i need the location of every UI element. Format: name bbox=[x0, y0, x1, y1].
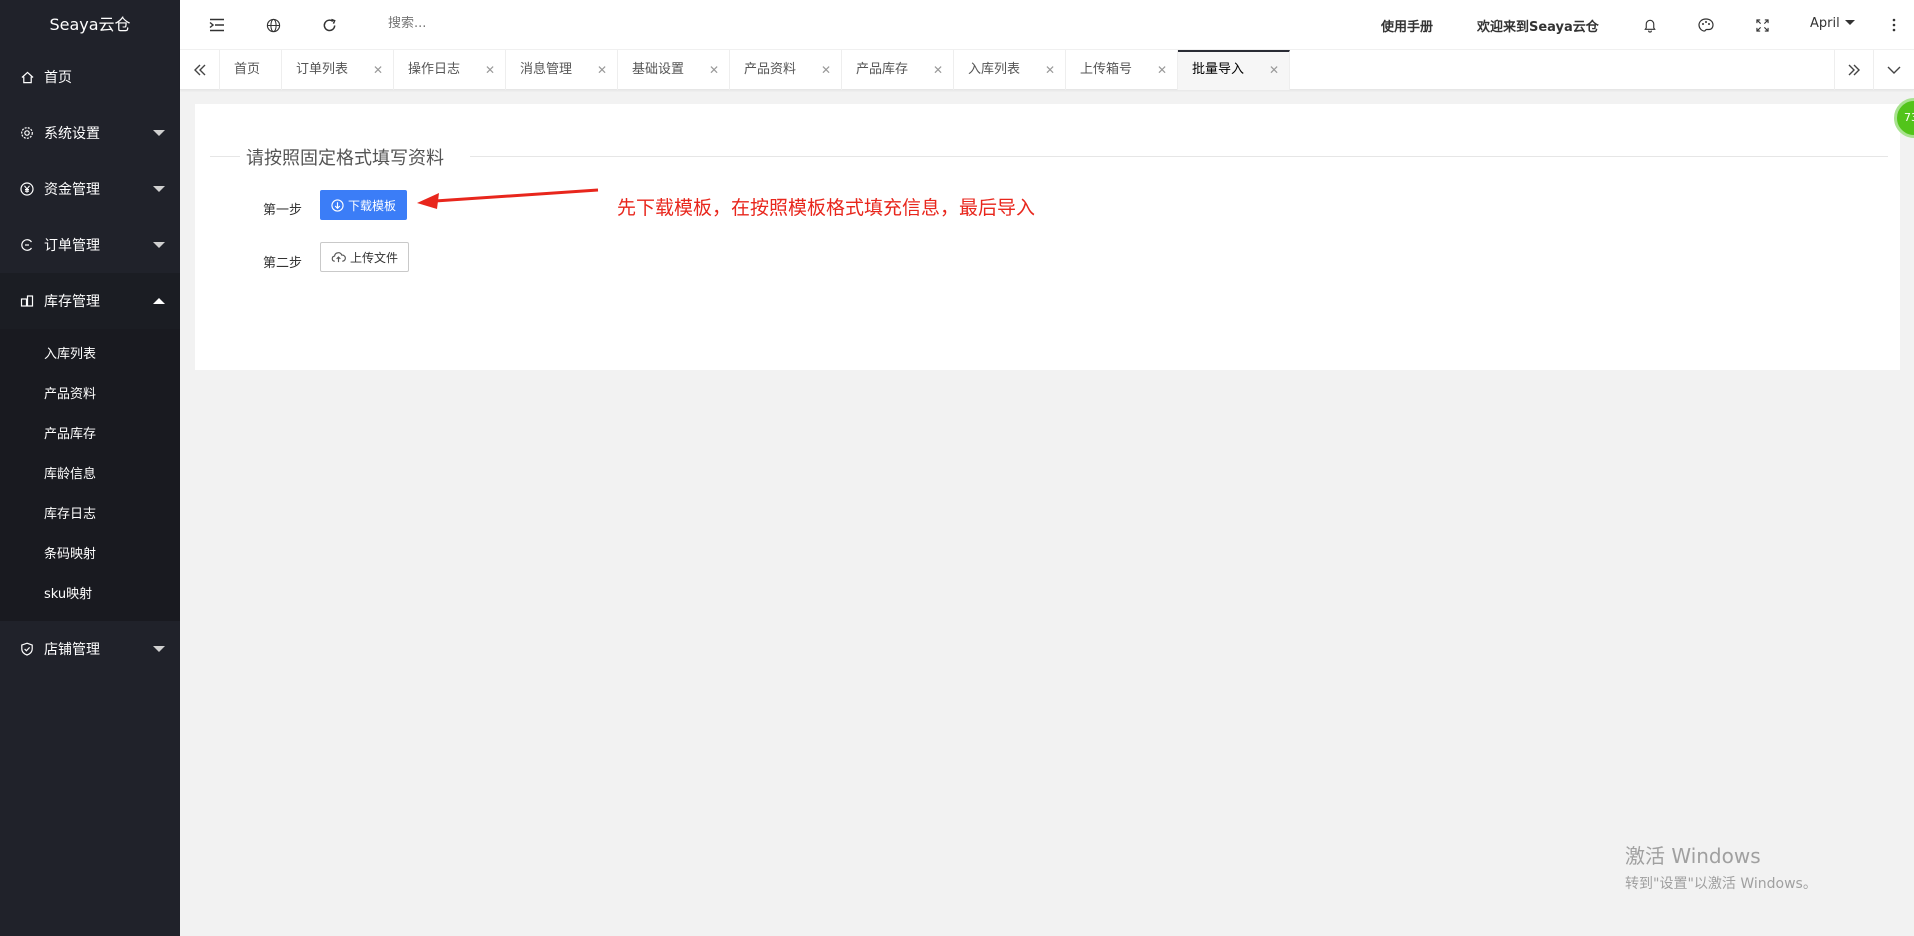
shield-icon bbox=[20, 642, 34, 656]
yen-icon bbox=[20, 182, 34, 196]
sidebar-item-orders[interactable]: 订单管理 bbox=[0, 217, 180, 273]
close-icon[interactable]: ✕ bbox=[1157, 50, 1167, 90]
fieldset-line-left bbox=[210, 156, 240, 157]
tab-scroll-left-icon[interactable] bbox=[180, 50, 220, 90]
menu-fold-icon[interactable] bbox=[207, 15, 227, 35]
tab-message-management[interactable]: 消息管理 ✕ bbox=[506, 50, 618, 90]
bell-icon[interactable] bbox=[1640, 15, 1660, 35]
tab-product-info[interactable]: 产品资料 ✕ bbox=[730, 50, 842, 90]
sidebar-item-label: 订单管理 bbox=[44, 238, 100, 254]
sidebar-item-label: 店铺管理 bbox=[44, 642, 100, 658]
chevron-down-icon bbox=[153, 130, 165, 136]
sidebar-item-system-settings[interactable]: 系统设置 bbox=[0, 105, 180, 161]
download-icon bbox=[331, 198, 344, 212]
sidebar-item-store[interactable]: 店铺管理 bbox=[0, 621, 180, 677]
chevron-down-icon bbox=[153, 646, 165, 652]
tab-product-stock[interactable]: 产品库存 ✕ bbox=[842, 50, 954, 90]
user-name: April bbox=[1810, 16, 1840, 31]
tab-operation-log[interactable]: 操作日志 ✕ bbox=[394, 50, 506, 90]
submenu-item-inbound-list[interactable]: 入库列表 bbox=[0, 335, 180, 375]
caret-down-icon bbox=[1844, 20, 1855, 25]
import-card: 请按照固定格式填写资料 第一步 下载模板 先下载模板，在按照模板格式填充信息，最… bbox=[195, 104, 1900, 370]
gear-icon bbox=[20, 126, 34, 140]
app-logo[interactable]: Seaya云仓 bbox=[0, 0, 180, 49]
submenu-item-stock-age[interactable]: 库龄信息 bbox=[0, 455, 180, 495]
close-icon[interactable]: ✕ bbox=[709, 50, 719, 90]
close-icon[interactable]: ✕ bbox=[373, 50, 383, 90]
sidebar-item-label: 首页 bbox=[44, 70, 72, 86]
chevron-up-icon bbox=[153, 298, 165, 304]
inventory-icon bbox=[20, 294, 34, 308]
tab-batch-import[interactable]: 批量导入 ✕ bbox=[1178, 50, 1290, 90]
download-template-button[interactable]: 下载模板 bbox=[320, 190, 407, 220]
theme-palette-icon[interactable] bbox=[1696, 15, 1716, 35]
close-icon[interactable]: ✕ bbox=[597, 50, 607, 90]
top-header: 使用手册 欢迎来到Seaya云仓 April bbox=[180, 0, 1914, 50]
watermark-subtitle: 转到"设置"以激活 Windows。 bbox=[1625, 876, 1817, 892]
tab-home[interactable]: 首页 bbox=[220, 50, 282, 90]
close-icon[interactable]: ✕ bbox=[933, 50, 943, 90]
close-icon[interactable]: ✕ bbox=[1045, 50, 1055, 90]
tab-label: 产品库存 bbox=[856, 62, 909, 77]
home-icon bbox=[20, 70, 34, 84]
tab-label: 上传箱号 bbox=[1080, 62, 1133, 77]
step-two-label: 第二步 bbox=[263, 256, 303, 271]
submenu-item-stock-log[interactable]: 库存日志 bbox=[0, 495, 180, 535]
tab-label: 订单列表 bbox=[296, 62, 349, 77]
sidebar: Seaya云仓 首页 系统设置 资金管理 订单管理 库存管理 入库列表 产品资料… bbox=[0, 0, 180, 936]
chevron-down-icon bbox=[153, 186, 165, 192]
tab-inbound-list[interactable]: 入库列表 ✕ bbox=[954, 50, 1066, 90]
close-icon[interactable]: ✕ bbox=[1269, 52, 1279, 88]
submenu-item-sku-mapping[interactable]: sku映射 bbox=[0, 575, 180, 615]
close-icon[interactable]: ✕ bbox=[821, 50, 831, 90]
cloud-upload-icon bbox=[331, 251, 346, 263]
windows-activation-watermark: 激活 Windows 转到"设置"以激活 Windows。 bbox=[1625, 840, 1817, 893]
arrow-annotation-icon bbox=[417, 188, 599, 209]
more-vertical-icon[interactable] bbox=[1884, 15, 1904, 35]
submenu-item-product-stock[interactable]: 产品库存 bbox=[0, 415, 180, 455]
tab-label: 批量导入 bbox=[1192, 62, 1245, 77]
sidebar-item-label: 库存管理 bbox=[44, 294, 100, 310]
submenu-item-product-info[interactable]: 产品资料 bbox=[0, 375, 180, 415]
tab-label: 入库列表 bbox=[968, 62, 1021, 77]
sidebar-item-label: 系统设置 bbox=[44, 126, 100, 142]
upload-file-button[interactable]: 上传文件 bbox=[320, 242, 409, 272]
tab-upload-box-number[interactable]: 上传箱号 ✕ bbox=[1066, 50, 1178, 90]
sidebar-item-label: 资金管理 bbox=[44, 182, 100, 198]
user-menu[interactable]: April bbox=[1810, 16, 1855, 31]
sidebar-item-finance[interactable]: 资金管理 bbox=[0, 161, 180, 217]
tab-label: 消息管理 bbox=[520, 62, 573, 77]
tab-label: 首页 bbox=[234, 62, 261, 77]
order-icon bbox=[20, 238, 34, 252]
sidebar-item-inventory[interactable]: 库存管理 bbox=[0, 273, 180, 329]
refresh-icon[interactable] bbox=[319, 15, 339, 35]
chevron-down-icon bbox=[153, 242, 165, 248]
tab-label: 操作日志 bbox=[408, 62, 461, 77]
sidebar-item-home[interactable]: 首页 bbox=[0, 49, 180, 105]
inventory-submenu: 入库列表 产品资料 产品库存 库龄信息 库存日志 条码映射 sku映射 bbox=[0, 329, 180, 621]
submenu-item-barcode-mapping[interactable]: 条码映射 bbox=[0, 535, 180, 575]
tab-label: 基础设置 bbox=[632, 62, 685, 77]
fieldset-legend: 请按照固定格式填写资料 bbox=[240, 144, 450, 170]
search-input[interactable] bbox=[388, 16, 588, 31]
upload-file-label: 上传文件 bbox=[349, 250, 398, 265]
tab-bar: 首页 订单列表 ✕ 操作日志 ✕ 消息管理 ✕ 基础设置 ✕ 产品资料 ✕ 产品库存 ✕ 入… bbox=[180, 50, 1914, 90]
fullscreen-icon[interactable] bbox=[1752, 15, 1772, 35]
fieldset-line-right bbox=[470, 156, 1888, 157]
step-one-label: 第一步 bbox=[263, 203, 303, 218]
manual-link[interactable]: 使用手册 bbox=[1381, 16, 1433, 35]
instruction-annotation: 先下载模板，在按照模板格式填充信息，最后导入 bbox=[617, 197, 1036, 219]
download-template-label: 下载模板 bbox=[347, 198, 396, 213]
tab-menu-chevron-down-icon[interactable] bbox=[1874, 50, 1914, 90]
welcome-text: 欢迎来到Seaya云仓 bbox=[1477, 20, 1599, 35]
tab-scroll-right-icon[interactable] bbox=[1834, 50, 1874, 90]
tab-order-list[interactable]: 订单列表 ✕ bbox=[282, 50, 394, 90]
tab-basic-settings[interactable]: 基础设置 ✕ bbox=[618, 50, 730, 90]
globe-icon[interactable] bbox=[263, 15, 283, 35]
close-icon[interactable]: ✕ bbox=[485, 50, 495, 90]
watermark-title: 激活 Windows bbox=[1625, 844, 1761, 868]
tab-label: 产品资料 bbox=[744, 62, 797, 77]
